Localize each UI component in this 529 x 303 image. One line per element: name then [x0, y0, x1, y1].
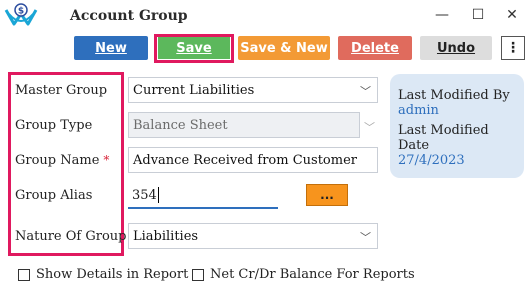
alias-lookup-button[interactable]: ... [306, 184, 348, 206]
chevron-down-icon: ﹀ [364, 121, 375, 134]
nature-of-group-select[interactable]: Liabilities ﹀ [128, 223, 378, 249]
maximize-button[interactable]: ☐ [466, 4, 490, 26]
last-modified-by-value: admin [398, 103, 439, 118]
window-title: Account Group [70, 8, 188, 24]
show-details-option[interactable]: Show Details in Report [18, 267, 188, 282]
group-name-input[interactable]: Advance Received from Customer [128, 147, 378, 173]
delete-button-label: Delete [351, 40, 399, 56]
new-button-label: New [95, 40, 127, 56]
master-group-select[interactable]: Current Liabilities ﹀ [128, 77, 378, 103]
net-balance-label: Net Cr/Dr Balance For Reports [210, 267, 415, 282]
svg-text:$: $ [18, 7, 24, 17]
save-and-new-label: Save & New [240, 40, 328, 56]
close-button[interactable]: ✕ [500, 4, 524, 26]
group-name-label-text: Group Name [15, 153, 100, 168]
master-group-label: Master Group [15, 83, 108, 98]
group-name-label: Group Name * [15, 153, 109, 168]
undo-button[interactable]: Undo [420, 36, 492, 60]
group-type-select: Balance Sheet [128, 112, 360, 138]
group-type-label: Group Type [15, 118, 93, 133]
show-details-checkbox[interactable] [18, 268, 30, 281]
save-and-new-button[interactable]: Save & New [238, 36, 330, 60]
chevron-down-icon: ﹀ [360, 231, 371, 244]
more-options-button[interactable]: ⋮ [501, 36, 525, 60]
nature-of-group-label: Nature Of Group [15, 229, 127, 244]
minimize-button[interactable]: — [430, 4, 454, 26]
title-bar: $ Account Group — ☐ ✕ [0, 0, 529, 34]
undo-button-label: Undo [436, 40, 476, 56]
new-button[interactable]: New [74, 36, 148, 60]
master-group-value: Current Liabilities [133, 82, 255, 98]
group-alias-input[interactable]: 354 [128, 183, 278, 209]
group-alias-value: 354 [132, 187, 157, 203]
show-details-label: Show Details in Report [36, 267, 189, 282]
delete-button[interactable]: Delete [338, 36, 412, 60]
save-button-label: Save [176, 40, 212, 56]
nature-of-group-value: Liabilities [133, 228, 199, 244]
last-modified-by-label: Last Modified By [398, 88, 510, 103]
chevron-down-icon: ﹀ [360, 85, 371, 98]
text-caret [157, 187, 159, 203]
net-balance-checkbox[interactable] [192, 268, 204, 281]
modification-info-card: Last Modified By admin Last Modified Dat… [390, 74, 524, 178]
net-balance-option[interactable]: Net Cr/Dr Balance For Reports [192, 267, 415, 282]
save-button[interactable]: Save [158, 37, 230, 59]
last-modified-date-value: 27/4/2023 [398, 153, 465, 168]
group-type-value: Balance Sheet [133, 117, 228, 133]
last-modified-date-label: Last Modified Date [398, 123, 489, 153]
required-marker: * [103, 153, 110, 167]
group-alias-label: Group Alias [15, 188, 93, 203]
app-logo-icon: $ [4, 3, 38, 26]
group-name-value: Advance Received from Customer [133, 152, 357, 168]
